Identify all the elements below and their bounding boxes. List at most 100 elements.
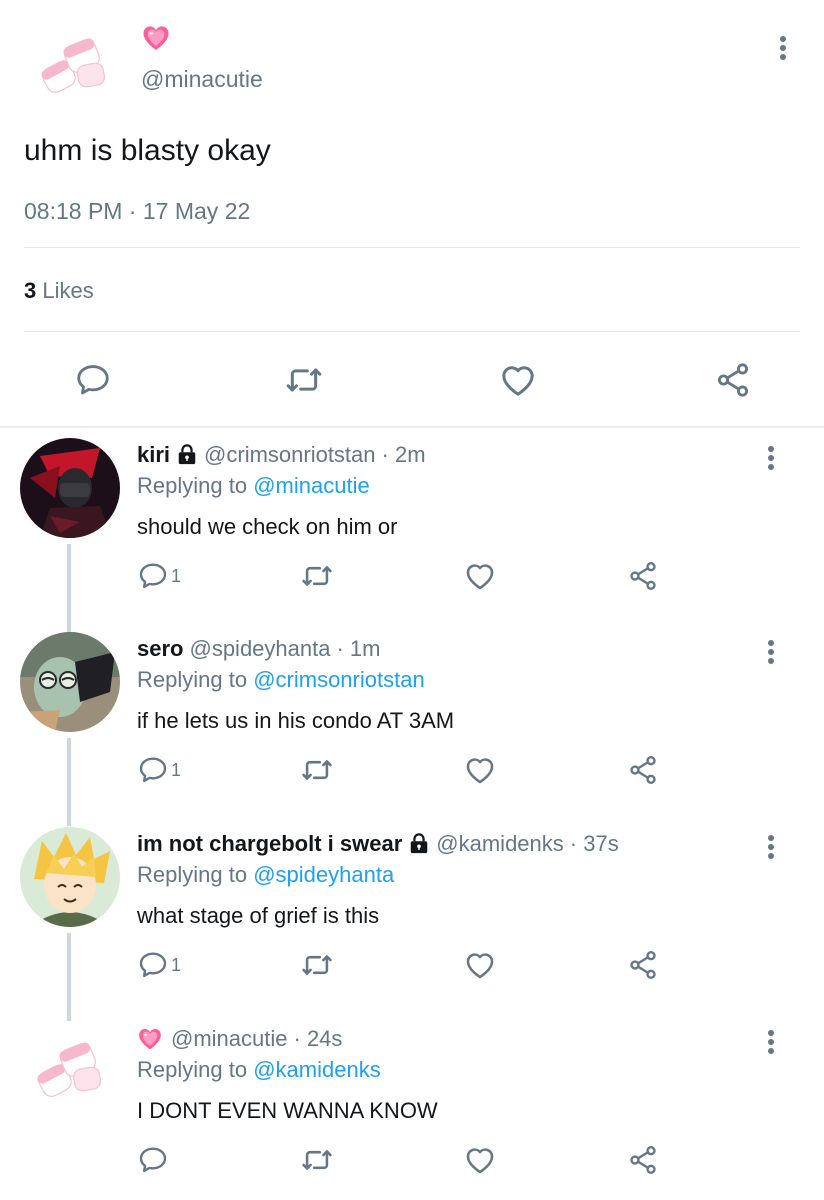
reply-time: · 37s — [569, 831, 619, 856]
divider — [24, 331, 800, 332]
reply-time: · 24s — [293, 1026, 343, 1051]
like-button[interactable] — [463, 947, 497, 983]
replying-prefix: Replying to — [137, 667, 248, 692]
share-icon — [627, 560, 659, 592]
reply-action-bar: 1 — [0, 752, 824, 792]
reply-icon — [74, 361, 112, 399]
reply-header: kiri @crimsonriotstan · 2m — [137, 442, 426, 468]
mention-link[interactable]: @spideyhanta — [253, 862, 394, 887]
replying-prefix: Replying to — [137, 1057, 248, 1082]
share-icon — [627, 949, 659, 981]
lock-icon — [176, 444, 198, 466]
like-button[interactable] — [463, 752, 497, 788]
replying-prefix: Replying to — [137, 862, 248, 887]
display-name[interactable]: im not chargebolt i swear — [137, 831, 402, 857]
lock-icon — [408, 833, 430, 855]
reply-count: 1 — [171, 954, 182, 975]
reply-button[interactable] — [137, 1142, 169, 1178]
heart-icon — [463, 753, 497, 787]
reply-header: @minacutie · 24s — [137, 1026, 342, 1052]
heart-icon — [463, 559, 497, 593]
reply-button[interactable]: 1 — [137, 558, 181, 594]
retweet-icon — [284, 359, 324, 401]
reply-time: · 2m — [381, 442, 426, 467]
more-vertical-icon — [768, 446, 774, 452]
replying-to: Replying to @crimsonriotstan — [137, 667, 425, 693]
like-button[interactable] — [463, 558, 497, 594]
heart-icon — [463, 1143, 497, 1177]
reply-tweet[interactable]: im not chargebolt i swear @kamidenks · 3… — [0, 815, 824, 1010]
tweet-timestamp[interactable]: 08:18 PM · 17 May 22 — [24, 198, 250, 225]
reply-icon — [137, 754, 169, 786]
reply-tweet[interactable]: kiri @crimsonriotstan · 2m Replying to @… — [0, 426, 824, 621]
pink-heart-icon — [141, 23, 171, 53]
author-handle[interactable]: @minacutie — [171, 1026, 288, 1052]
share-icon — [627, 1144, 659, 1176]
mention-link[interactable]: @crimsonriotstan — [253, 667, 425, 692]
reply-action-bar: 1 — [0, 558, 824, 598]
likes-label: Likes — [42, 278, 94, 303]
reply-button[interactable]: 1 — [137, 947, 181, 983]
display-name[interactable]: kiri — [137, 442, 170, 468]
mention-link[interactable]: @kamidenks — [253, 1057, 381, 1082]
reply-tweet[interactable]: sero @spideyhanta · 1m Replying to @crim… — [0, 620, 824, 815]
more-options-button[interactable] — [759, 438, 783, 478]
pink-heart-icon — [137, 1026, 163, 1052]
reply-button[interactable]: 1 — [137, 752, 181, 788]
likes-number: 3 — [24, 278, 37, 303]
reply-time: · 1m — [336, 636, 381, 661]
tweet-action-bar — [0, 352, 824, 404]
avatar[interactable] — [34, 1038, 106, 1102]
mention-link[interactable]: @minacutie — [253, 473, 370, 498]
replying-to: Replying to @spideyhanta — [137, 862, 394, 888]
display-name[interactable]: sero — [137, 636, 183, 662]
reply-text: should we check on him or — [137, 514, 398, 539]
share-button[interactable] — [713, 360, 753, 400]
like-button[interactable] — [463, 1142, 497, 1178]
reply-action-bar — [0, 1142, 824, 1182]
retweet-button[interactable] — [300, 1142, 334, 1178]
retweet-button[interactable] — [284, 360, 324, 400]
reply-tweet[interactable]: @minacutie · 24s Replying to @kamidenks … — [0, 1010, 824, 1200]
reply-icon — [137, 560, 169, 592]
share-button[interactable] — [627, 752, 659, 788]
replying-to: Replying to @kamidenks — [137, 1057, 381, 1083]
avatar[interactable] — [38, 34, 110, 98]
author-handle[interactable]: @crimsonriotstan — [204, 442, 376, 468]
retweet-icon — [300, 1143, 334, 1177]
avatar[interactable] — [20, 632, 120, 732]
more-vertical-icon — [768, 640, 774, 646]
reply-button[interactable] — [73, 360, 113, 400]
share-icon — [714, 361, 752, 399]
heart-icon — [498, 360, 538, 400]
share-button[interactable] — [627, 558, 659, 594]
like-button[interactable] — [498, 360, 538, 400]
main-tweet: @minacutie uhm is blasty okay 08:18 PM ·… — [0, 0, 824, 427]
more-options-button[interactable] — [771, 28, 795, 68]
reply-icon — [137, 1144, 169, 1176]
retweet-button[interactable] — [300, 558, 334, 594]
more-options-button[interactable] — [759, 632, 783, 672]
reply-icon — [137, 949, 169, 981]
more-vertical-icon — [780, 36, 786, 42]
likes-count[interactable]: 3 Likes — [24, 278, 94, 304]
replying-prefix: Replying to — [137, 473, 248, 498]
reply-count: 1 — [171, 565, 182, 586]
retweet-button[interactable] — [300, 947, 334, 983]
author-handle[interactable]: @minacutie — [141, 66, 263, 93]
share-button[interactable] — [627, 1142, 659, 1178]
more-options-button[interactable] — [759, 1022, 783, 1062]
author-handle[interactable]: @kamidenks — [436, 831, 564, 857]
retweet-button[interactable] — [300, 752, 334, 788]
tweet-text: uhm is blasty okay — [24, 134, 271, 167]
retweet-icon — [300, 948, 334, 982]
retweet-icon — [300, 753, 334, 787]
avatar[interactable] — [20, 438, 120, 538]
more-vertical-icon — [768, 1030, 774, 1036]
more-options-button[interactable] — [759, 827, 783, 867]
reply-header: im not chargebolt i swear @kamidenks · 3… — [137, 831, 619, 857]
share-button[interactable] — [627, 947, 659, 983]
reply-action-bar: 1 — [0, 947, 824, 987]
avatar[interactable] — [20, 827, 120, 927]
author-handle[interactable]: @spideyhanta — [189, 636, 330, 662]
